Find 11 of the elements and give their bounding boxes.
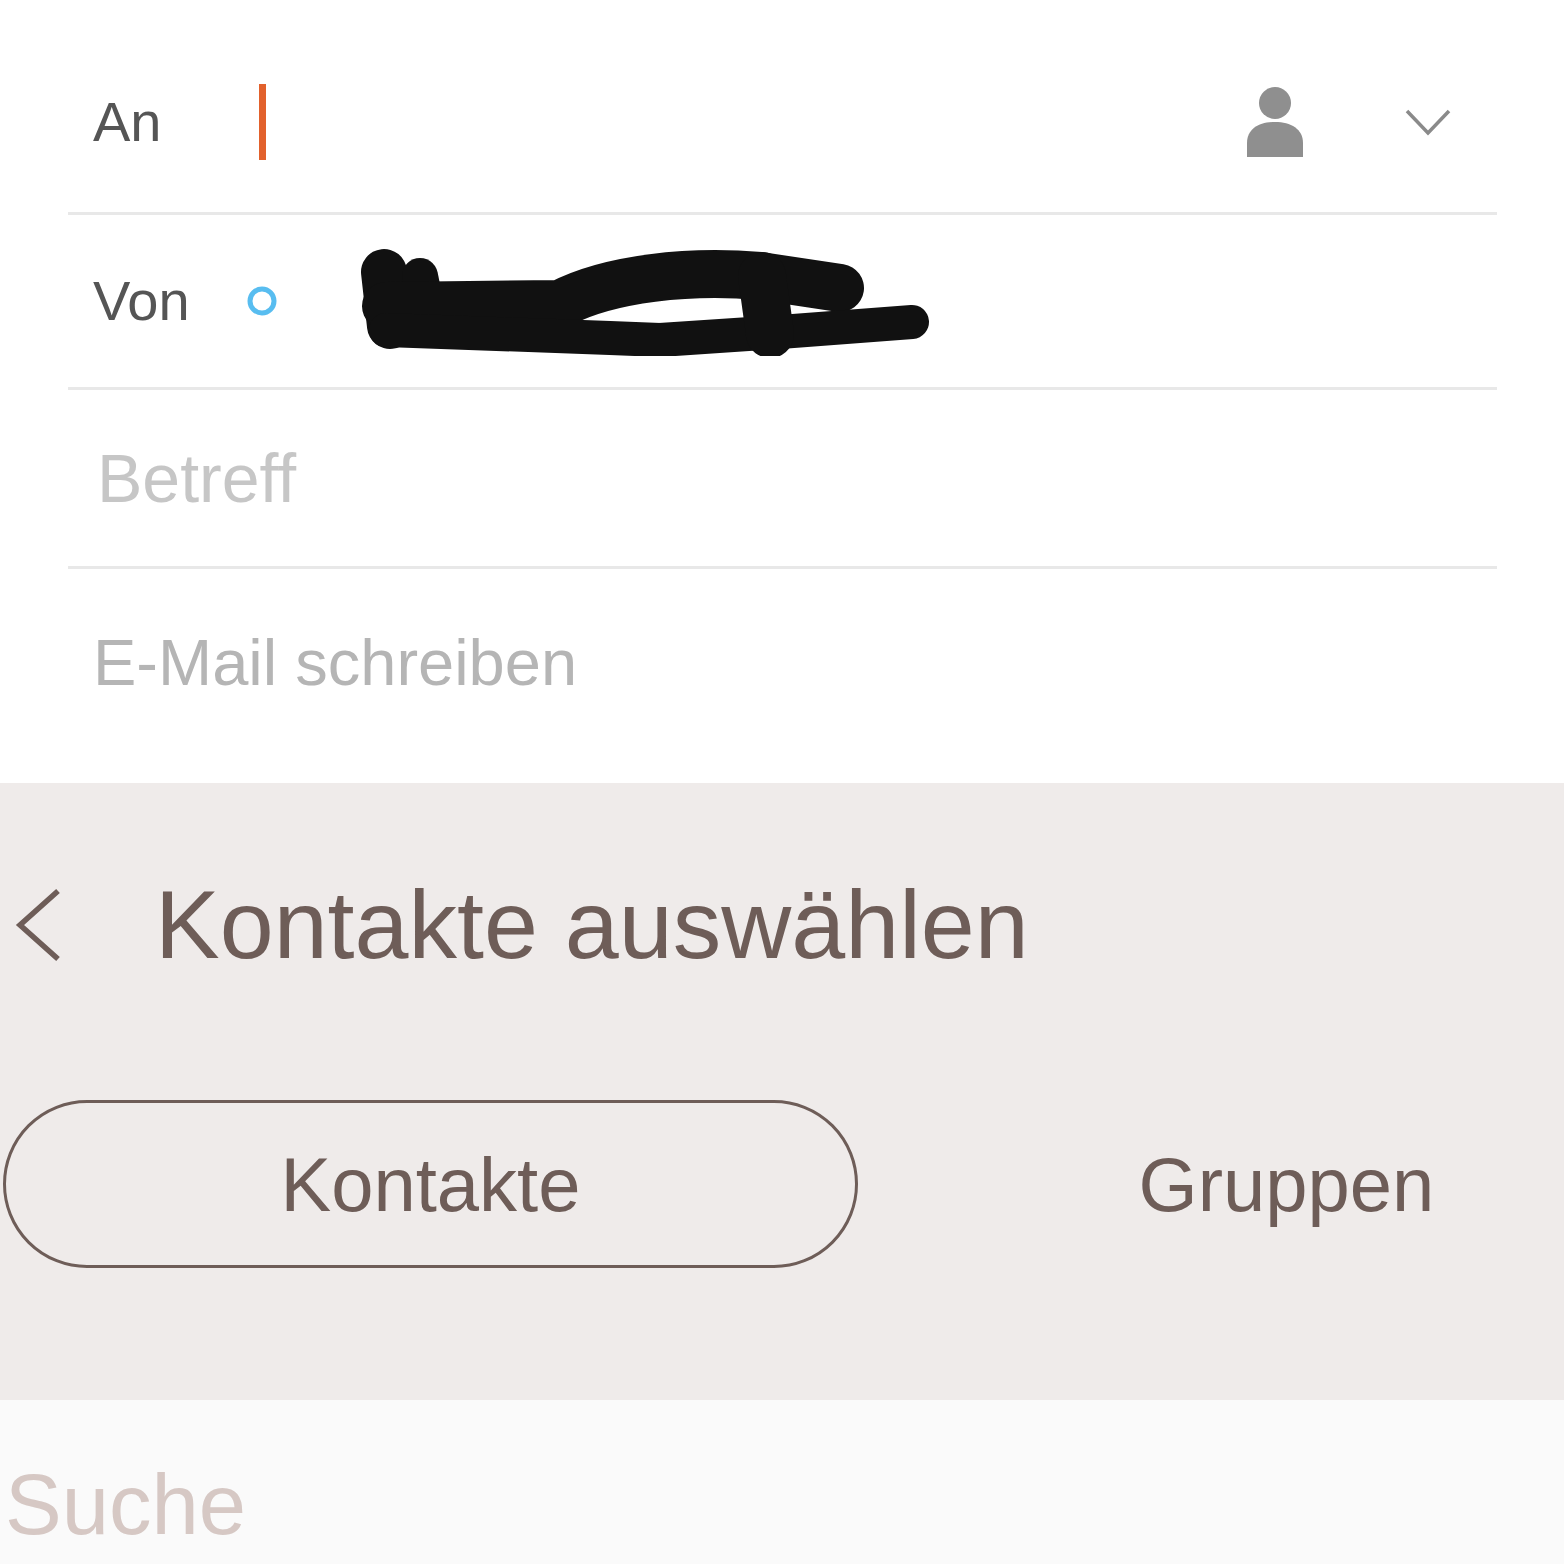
screen-title: Kontakte auswählen	[155, 869, 1029, 981]
ring-icon	[247, 286, 277, 316]
message-body-field[interactable]: E-Mail schreiben	[93, 617, 1497, 707]
subject-field[interactable]: Betreff	[93, 433, 1497, 523]
chevron-down-icon[interactable]	[1405, 108, 1451, 136]
tab[interactable]: Kontakte	[3, 1100, 858, 1268]
tab[interactable]: Gruppen	[1009, 1100, 1564, 1268]
field-label: An	[93, 89, 163, 155]
back-icon[interactable]	[14, 888, 61, 962]
person-icon[interactable]	[1247, 87, 1303, 157]
field-label: Von	[93, 268, 191, 334]
